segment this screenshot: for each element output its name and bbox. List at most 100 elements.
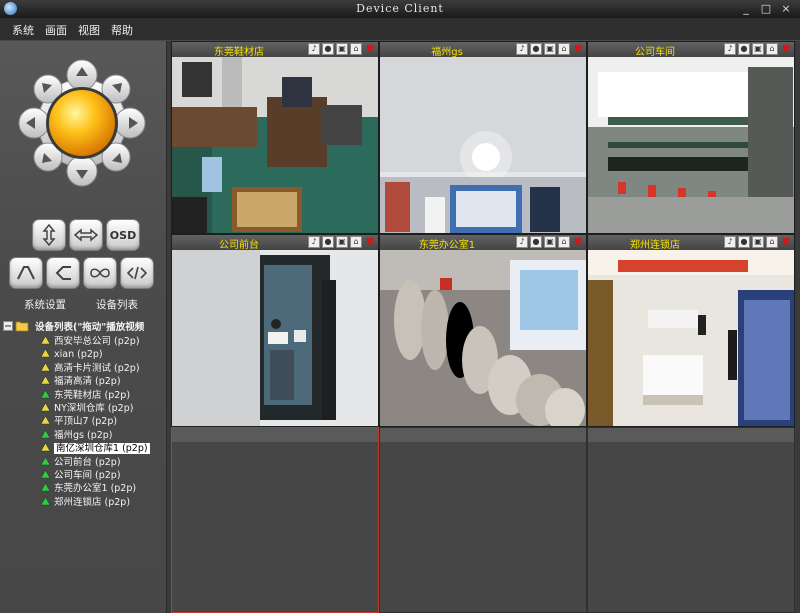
snapshot-icon[interactable]: ▣ xyxy=(544,43,556,55)
snapshot-icon[interactable]: ▣ xyxy=(336,236,348,248)
up-down-icon xyxy=(42,224,56,246)
camera-name: 公司车间 xyxy=(635,47,675,58)
menu-help[interactable]: 帮助 xyxy=(111,22,133,38)
tree-device-label: NY深圳仓库 (p2p) xyxy=(54,403,134,414)
record-icon[interactable]: ● xyxy=(738,43,750,55)
menu-screen[interactable]: 画面 xyxy=(45,22,67,38)
home-icon[interactable]: ⌂ xyxy=(558,43,570,55)
zoom-in-button[interactable] xyxy=(9,257,43,289)
title-bar: Device Client _ □ × xyxy=(0,0,800,18)
snapshot-icon[interactable]: ▣ xyxy=(752,43,764,55)
camera-tile-2[interactable]: 福州gs ♪ ● ▣ ⌂ ✖ xyxy=(379,41,587,234)
camera-tile-3[interactable]: 公司车间 ♪ ● ▣ ⌂ ✖ xyxy=(587,41,795,234)
camera-tile-header: 东莞办公室1 ♪ ● ▣ ⌂ ✖ xyxy=(380,235,586,251)
close-button[interactable]: × xyxy=(778,2,794,15)
camera-offline-icon xyxy=(40,442,51,452)
audio-icon[interactable]: ♪ xyxy=(308,236,320,248)
empty-slot-header xyxy=(380,428,586,442)
camera-tile-4[interactable]: 公司前台 ♪ ● ▣ ⌂ ✖ xyxy=(171,234,379,427)
audio-icon[interactable]: ♪ xyxy=(516,43,528,55)
camera-video xyxy=(172,250,378,426)
tree-device-item[interactable]: 公司车间 (p2p) xyxy=(40,469,121,482)
zoom-out-button[interactable] xyxy=(46,257,80,289)
tree-device-label: xian (p2p) xyxy=(54,349,103,361)
close-icon[interactable]: ✖ xyxy=(780,43,792,55)
tree-device-item[interactable]: xian (p2p) xyxy=(40,348,103,361)
camera-name: 东莞鞋材店 xyxy=(214,47,264,58)
home-icon[interactable]: ⌂ xyxy=(350,236,362,248)
osd-button[interactable]: OSD xyxy=(106,219,140,251)
close-icon[interactable]: ✖ xyxy=(572,236,584,248)
record-icon[interactable]: ● xyxy=(530,236,542,248)
control-panel: OSD 系统设置 设备列表 设备列表("拖动"播放视频 西安毕总公司 (p2p)… xyxy=(0,41,167,613)
tree-device-item[interactable]: NY深圳仓库 (p2p) xyxy=(40,402,133,415)
record-icon[interactable]: ● xyxy=(322,43,334,55)
tree-device-item[interactable]: 东莞办公室1 (p2p) xyxy=(40,482,136,495)
camera-offline-icon xyxy=(40,362,51,372)
tree-device-item[interactable]: 高清卡片测试 (p2p) xyxy=(40,362,140,375)
home-icon[interactable]: ⌂ xyxy=(766,236,778,248)
camera-toolbar: ♪ ● ▣ ⌂ ✖ xyxy=(308,236,376,248)
camera-tile-6[interactable]: 郑州连锁店 ♪ ● ▣ ⌂ ✖ xyxy=(587,234,795,427)
camera-name: 郑州连锁店 xyxy=(630,240,680,251)
tree-device-item[interactable]: 南亿深圳仓库1 (p2p) xyxy=(40,442,150,455)
snapshot-icon[interactable]: ▣ xyxy=(336,43,348,55)
camera-name: 东莞办公室1 xyxy=(418,240,476,251)
camera-toolbar: ♪ ● ▣ ⌂ ✖ xyxy=(308,43,376,55)
device-list-link[interactable]: 设备列表 xyxy=(96,297,138,312)
pan-button[interactable] xyxy=(69,219,103,251)
empty-camera-slot-1[interactable] xyxy=(171,427,379,613)
audio-icon[interactable]: ♪ xyxy=(516,236,528,248)
home-icon[interactable]: ⌂ xyxy=(558,236,570,248)
menu-view[interactable]: 视图 xyxy=(78,22,100,38)
tree-device-item[interactable]: 福清高清 (p2p) xyxy=(40,375,121,388)
tree-device-item[interactable]: 郑州连锁店 (p2p) xyxy=(40,496,130,509)
folder-icon xyxy=(15,321,29,332)
home-icon[interactable]: ⌂ xyxy=(766,43,778,55)
close-icon[interactable]: ✖ xyxy=(364,43,376,55)
snapshot-icon[interactable]: ▣ xyxy=(752,236,764,248)
record-icon[interactable]: ● xyxy=(322,236,334,248)
left-right-icon xyxy=(74,228,98,242)
tree-device-item[interactable]: 西安毕总公司 (p2p) xyxy=(40,335,140,348)
camera-tile-1[interactable]: 东莞鞋材店 ♪ ● ▣ ⌂ ✖ xyxy=(171,41,379,234)
camera-offline-icon xyxy=(40,348,51,358)
snapshot-icon[interactable]: ▣ xyxy=(544,236,556,248)
minimize-button[interactable]: _ xyxy=(738,2,754,15)
empty-camera-slot-3[interactable] xyxy=(587,427,795,613)
camera-toolbar: ♪ ● ▣ ⌂ ✖ xyxy=(516,236,584,248)
home-icon[interactable]: ⌂ xyxy=(350,43,362,55)
tree-device-item[interactable]: 福州gs (p2p) xyxy=(40,429,113,442)
camera-toolbar: ♪ ● ▣ ⌂ ✖ xyxy=(724,43,792,55)
cruise-button[interactable] xyxy=(83,257,117,289)
camera-video xyxy=(172,57,378,233)
empty-camera-slot-2[interactable] xyxy=(379,427,587,613)
tree-device-label: 东莞办公室1 (p2p) xyxy=(54,483,137,495)
audio-icon[interactable]: ♪ xyxy=(724,236,736,248)
record-icon[interactable]: ● xyxy=(738,236,750,248)
tree-device-item[interactable]: 平顶山7 (p2p) xyxy=(40,415,117,428)
maximize-button[interactable]: □ xyxy=(758,2,774,15)
close-icon[interactable]: ✖ xyxy=(780,236,792,248)
menu-system[interactable]: 系统 xyxy=(12,22,34,38)
record-icon[interactable]: ● xyxy=(530,43,542,55)
ptz-center-button[interactable] xyxy=(49,90,115,156)
tree-device-label: 南亿深圳仓库1 (p2p) xyxy=(54,443,150,455)
system-settings-link[interactable]: 系统设置 xyxy=(24,297,66,312)
tree-device-label: 平顶山7 (p2p) xyxy=(54,416,118,428)
audio-icon[interactable]: ♪ xyxy=(724,43,736,55)
tilt-button[interactable] xyxy=(32,219,66,251)
camera-tile-header: 公司车间 ♪ ● ▣ ⌂ ✖ xyxy=(588,42,794,58)
collapse-icon[interactable] xyxy=(3,321,13,331)
tree-device-item[interactable]: 东莞鞋材店 (p2p) xyxy=(40,388,130,402)
audio-icon[interactable]: ♪ xyxy=(308,43,320,55)
close-icon[interactable]: ✖ xyxy=(572,43,584,55)
focus-button[interactable] xyxy=(120,257,154,289)
tree-device-label: 郑州连锁店 (p2p) xyxy=(54,496,131,508)
empty-slot-header xyxy=(172,428,378,442)
tree-device-item[interactable]: 公司前台 (p2p) xyxy=(40,455,121,469)
close-icon[interactable]: ✖ xyxy=(364,236,376,248)
camera-tile-header: 公司前台 ♪ ● ▣ ⌂ ✖ xyxy=(172,235,378,251)
camera-tile-5[interactable]: 东莞办公室1 ♪ ● ▣ ⌂ ✖ xyxy=(379,234,587,427)
camera-online-icon xyxy=(40,429,51,439)
